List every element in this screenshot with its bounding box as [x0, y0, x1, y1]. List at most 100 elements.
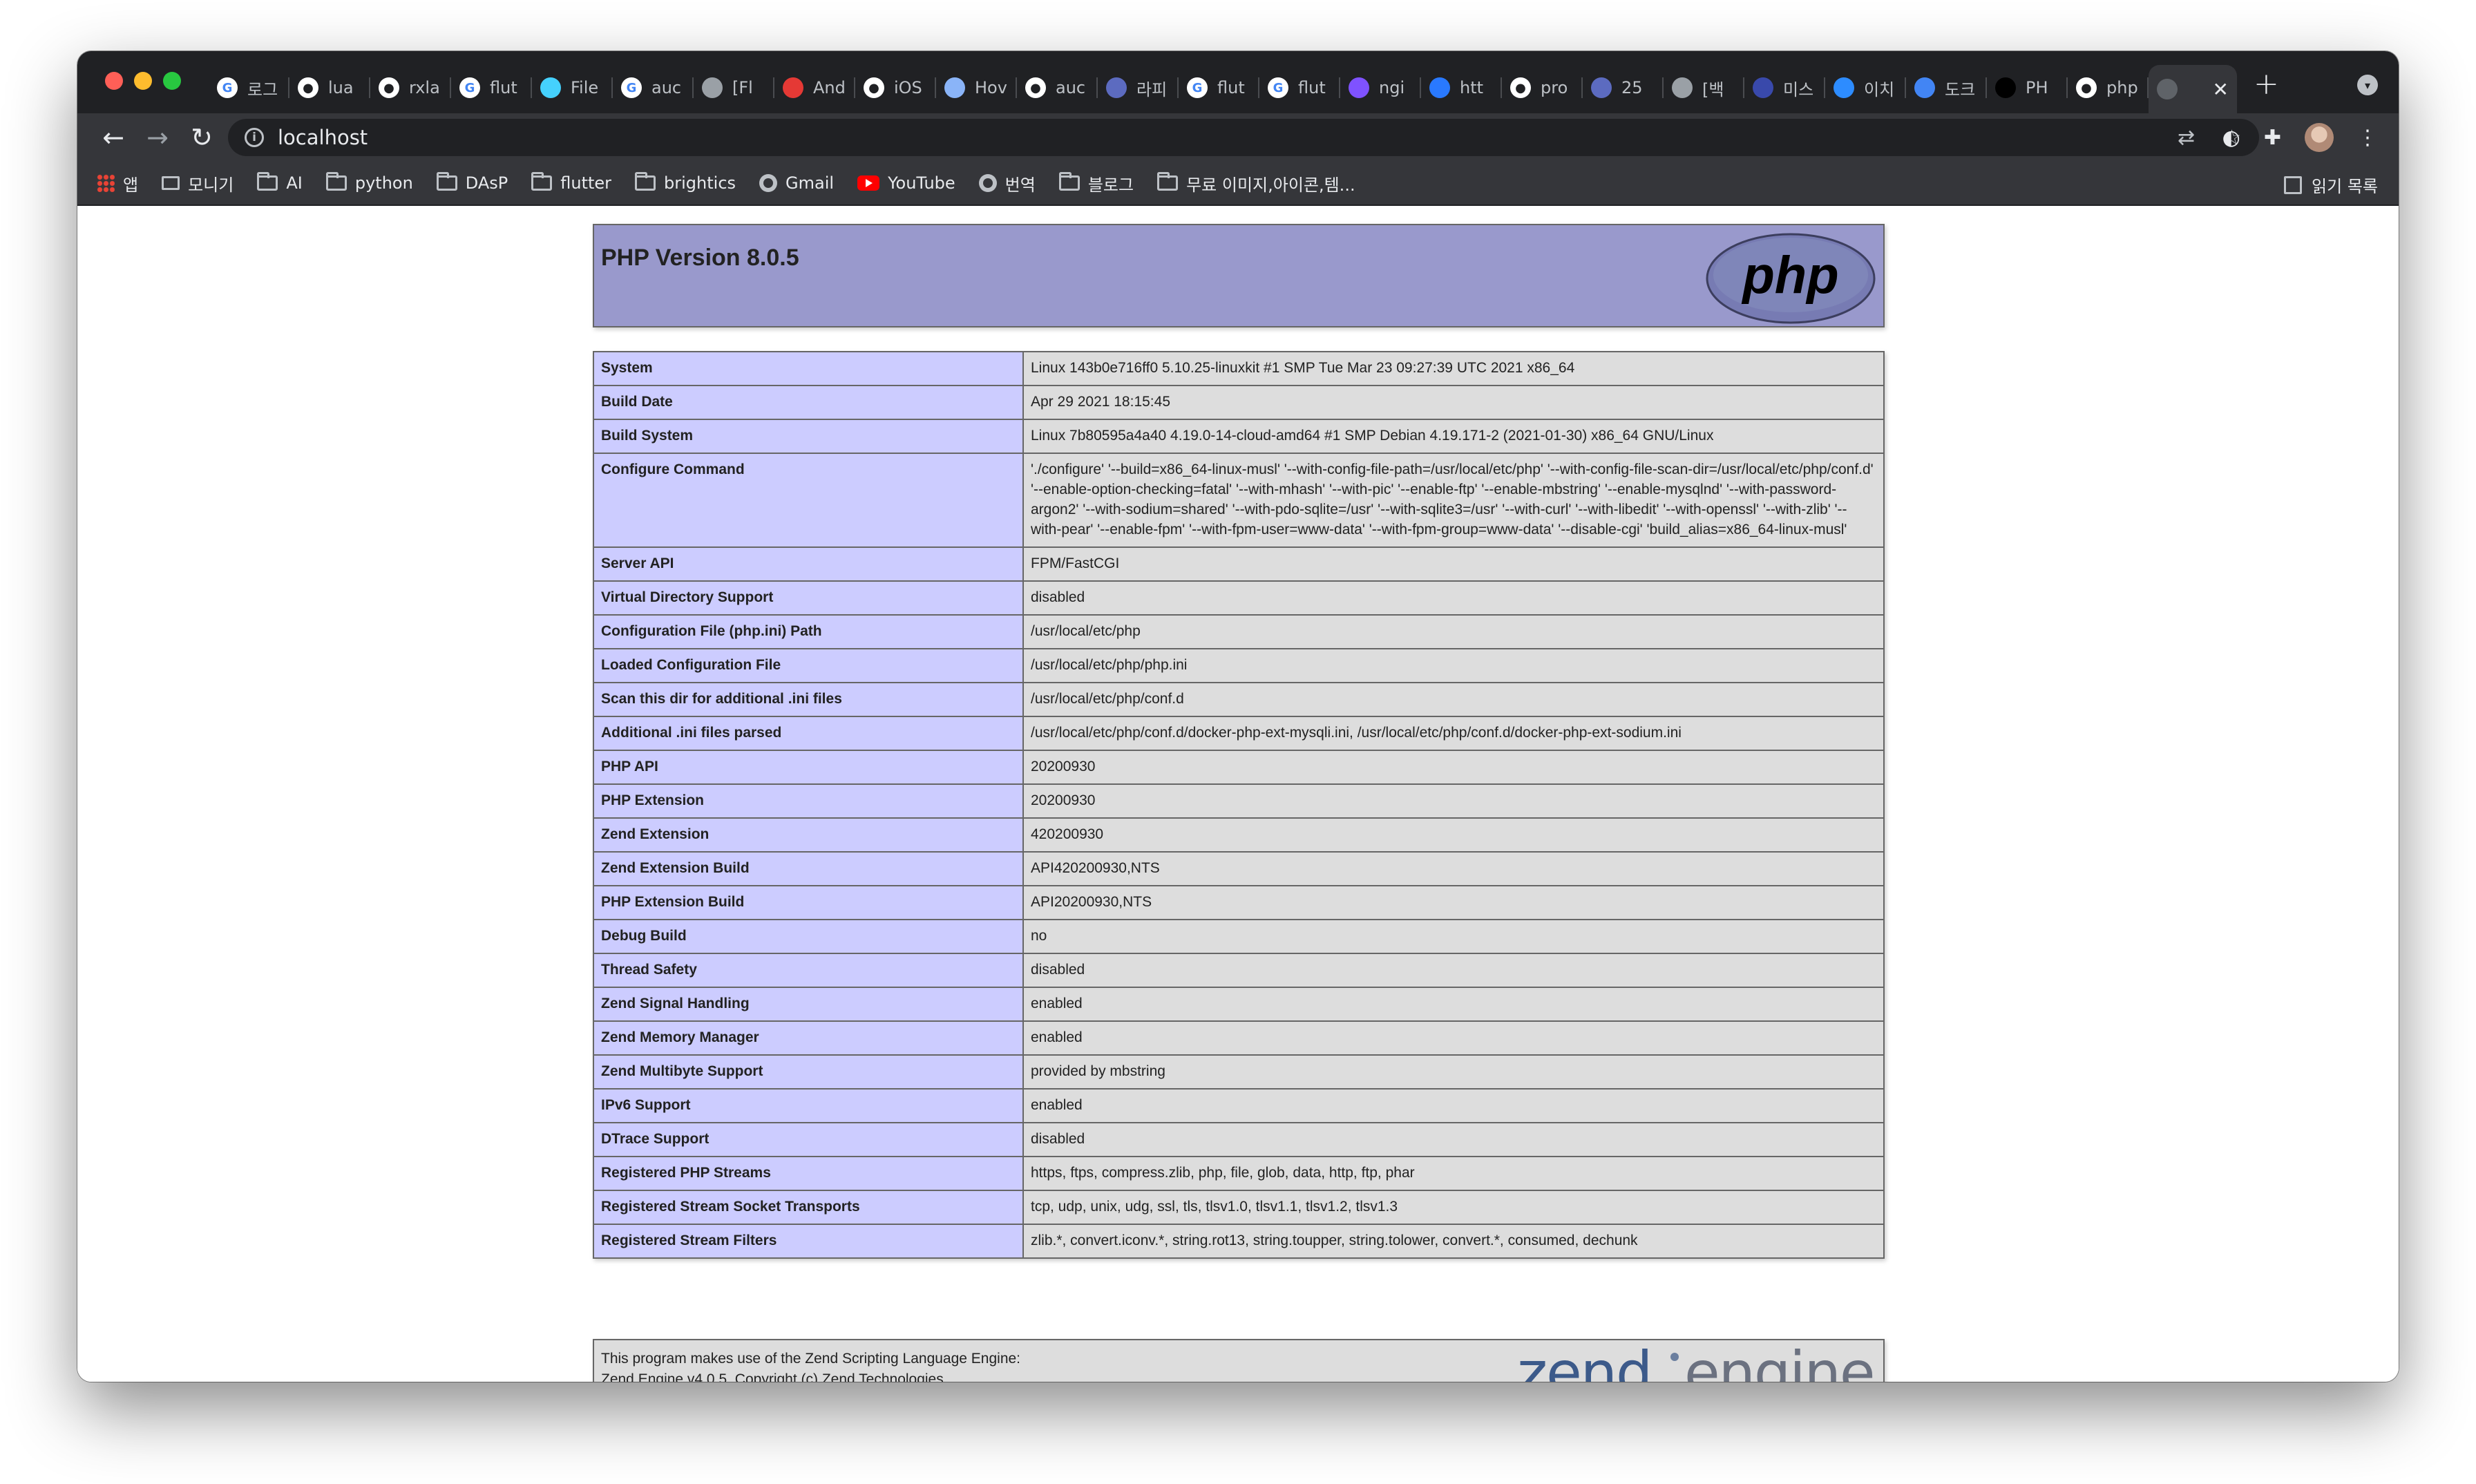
folder-icon — [325, 172, 347, 191]
menu-icon[interactable]: ⋮ — [2357, 126, 2378, 150]
bookmark-4[interactable]: DAsP — [436, 172, 508, 193]
tab-label: flut — [1298, 78, 1326, 97]
zend-logo-word: zend — [1517, 1343, 1651, 1382]
row-value: './configure' '--build=x86_64-linux-musl… — [1022, 453, 1885, 548]
url-text[interactable]: localhost — [278, 126, 368, 149]
row-value: zlib.*, convert.iconv.*, string.rot13, s… — [1022, 1224, 1885, 1259]
bookmark-6[interactable]: brightics — [635, 172, 736, 193]
tab-8[interactable]: ● iOS — [855, 65, 936, 111]
row-key: Virtual Directory Support — [593, 580, 1024, 616]
bookmark-7[interactable]: Gmail — [759, 173, 834, 193]
row-key: Zend Signal Handling — [593, 987, 1024, 1022]
info-icon[interactable]: i — [245, 128, 264, 147]
tab-active[interactable]: ✕ — [2149, 65, 2237, 113]
bookmark-0[interactable]: 앱 — [97, 171, 138, 196]
avatar[interactable] — [2305, 123, 2334, 152]
medium-icon — [1995, 77, 2016, 98]
folder-icon — [635, 172, 656, 191]
tab-label: iOS — [894, 78, 922, 97]
github-icon: ● — [1510, 77, 1531, 98]
folder-icon — [531, 172, 553, 191]
tab-23[interactable]: ● php — [2068, 65, 2149, 111]
tab-12[interactable]: Gflut — [1179, 65, 1259, 111]
address-bar[interactable]: i localhost ⇄ ☆ — [228, 119, 2259, 156]
tab-19[interactable]: 미스 — [1744, 65, 1825, 111]
bookmark-11[interactable]: 무료 이미지,아이콘,템... — [1157, 171, 1355, 196]
forward-button[interactable]: → — [135, 122, 180, 153]
bookmark-5[interactable]: flutter — [531, 172, 612, 193]
tab-5[interactable]: Gauc — [613, 65, 694, 111]
table-row: Loaded Configuration File/usr/local/etc/… — [593, 648, 1885, 683]
tab-22[interactable]: PH — [1987, 65, 2068, 111]
browser-window: G 로그 ● lua ● rxla Gflut File Gauc [Fl And ● iOS Hov ● a… — [77, 51, 2399, 1382]
tab-7[interactable]: And — [774, 65, 855, 111]
bookmark-2[interactable]: AI — [257, 172, 303, 193]
row-value: 20200930 — [1022, 783, 1885, 819]
row-value: 20200930 — [1022, 750, 1885, 785]
page-title: PHP Version 8.0.5 — [601, 245, 799, 271]
tab-10[interactable]: ● auc — [1017, 65, 1098, 111]
tab-1[interactable]: ● lua — [289, 65, 370, 111]
zend-box: This program makes use of the Zend Scrip… — [593, 1339, 1885, 1382]
new-tab-button[interactable]: + — [2254, 66, 2279, 102]
table-row: Scan this dir for additional .ini files /… — [593, 682, 1885, 717]
row-key: Scan this dir for additional .ini files — [593, 682, 1024, 717]
row-value: /usr/local/etc/php/conf.d — [1022, 682, 1885, 717]
tab-strip: G 로그 ● lua ● rxla Gflut File Gauc [Fl And ● iOS Hov ● a… — [77, 51, 2399, 113]
bookmark-label: flutter — [560, 173, 612, 193]
tab-18[interactable]: [백 — [1664, 65, 1744, 111]
reading-list-button[interactable]: 읽기 목록 — [2284, 173, 2378, 197]
row-key: Configure Command — [593, 453, 1024, 548]
bookmark-1[interactable]: 모니기 — [162, 171, 234, 196]
row-value: no — [1022, 919, 1885, 954]
tab-search-icon[interactable]: ▾ — [2357, 75, 2378, 95]
row-key: Loaded Configuration File — [593, 648, 1024, 683]
tab-9[interactable]: Hov — [936, 65, 1017, 111]
folder-icon — [436, 172, 457, 191]
minimize-window-button[interactable] — [134, 72, 152, 90]
tab-14[interactable]: ngi — [1340, 65, 1421, 111]
tab-label: 라피 — [1136, 79, 1168, 99]
row-value: Apr 29 2021 18:15:45 — [1022, 385, 1885, 420]
maximize-window-button[interactable] — [163, 72, 181, 90]
tab-label: 이치 — [1864, 79, 1895, 99]
globe-icon — [978, 174, 997, 192]
row-value: /usr/local/etc/php/php.ini — [1022, 648, 1885, 683]
youtube-icon — [857, 175, 880, 191]
table-row: Debug Build no — [593, 919, 1885, 954]
tab-17[interactable]: 25 — [1583, 65, 1664, 111]
row-key: Zend Multibyte Support — [593, 1054, 1024, 1090]
account-switch-icon[interactable]: ◐ — [2222, 126, 2240, 150]
close-window-button[interactable] — [105, 72, 123, 90]
back-button[interactable]: ← — [91, 122, 135, 153]
tab-3[interactable]: Gflut — [451, 65, 532, 111]
bookmark-3[interactable]: python — [325, 172, 413, 193]
tab-15[interactable]: htt — [1421, 65, 1502, 111]
tab-label: lua — [328, 78, 354, 97]
tab-20[interactable]: 이치 — [1825, 65, 1906, 111]
extensions-icon[interactable]: ✚ — [2264, 126, 2281, 150]
row-value: FPM/FastCGI — [1022, 546, 1885, 582]
tab-21[interactable]: 도크 — [1906, 65, 1987, 111]
tab-13[interactable]: Gflut — [1259, 65, 1340, 111]
window-controls — [105, 72, 181, 90]
row-key: Build Date — [593, 385, 1024, 420]
tab-0[interactable]: G 로그 — [209, 65, 289, 111]
tab-11[interactable]: 라피 — [1098, 65, 1179, 111]
table-row: PHP Extension Build API20200930,NTS — [593, 885, 1885, 920]
kotlin-icon — [1429, 77, 1450, 98]
table-row: DTrace Support disabled — [593, 1122, 1885, 1157]
close-tab-icon[interactable]: ✕ — [2213, 78, 2229, 101]
tab-16[interactable]: ● pro — [1502, 65, 1583, 111]
bookmark-label: Gmail — [785, 173, 835, 193]
globe-icon — [2157, 79, 2178, 99]
translate-icon[interactable]: ⇄ — [2178, 126, 2195, 150]
monitor-icon — [162, 176, 180, 190]
bookmark-10[interactable]: 블로그 — [1058, 171, 1134, 196]
bookmark-8[interactable]: YouTube — [857, 173, 955, 193]
bookmark-9[interactable]: 번역 — [978, 171, 1036, 196]
tab-6[interactable]: [Fl — [694, 65, 774, 111]
reload-button[interactable]: ↻ — [180, 122, 224, 153]
tab-4[interactable]: File — [532, 65, 613, 111]
tab-2[interactable]: ● rxla — [370, 65, 451, 111]
